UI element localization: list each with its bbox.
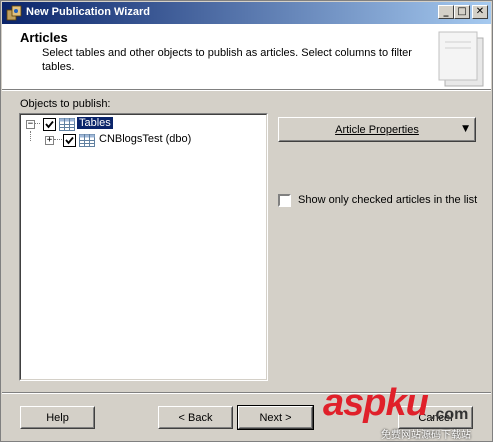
cnblogstest-checkbox[interactable] [63, 134, 76, 147]
article-properties-label: Article Properties [335, 123, 419, 136]
maximize-icon: □ [457, 6, 467, 17]
tree-node-cnblogstest[interactable]: + CNBlogsTest (dbo) [20, 132, 267, 148]
table-icon [79, 134, 95, 147]
checkmark-icon [45, 120, 54, 129]
back-button[interactable]: < Back [158, 406, 233, 429]
tables-checkbox[interactable] [43, 118, 56, 131]
watermark-domain: .com [431, 406, 469, 423]
tree-label-tables[interactable]: Tables [76, 116, 114, 130]
back-label: < Back [178, 411, 213, 424]
objects-to-publish-label: Objects to publish: [20, 98, 111, 110]
watermark-brand: aspku [323, 382, 429, 424]
help-button[interactable]: Help [20, 406, 95, 429]
close-button[interactable]: ✕ [472, 5, 488, 19]
app-icon [6, 5, 22, 21]
show-only-checked-checkbox[interactable] [278, 194, 291, 207]
minimize-icon: _ [443, 6, 449, 17]
expand-icon[interactable]: + [45, 136, 54, 145]
watermark-tagline: 免费网站源码下载站 [381, 430, 471, 441]
show-only-checked-label[interactable]: Show only checked articles in the list [298, 194, 477, 206]
page-description: Select tables and other objects to publi… [42, 47, 412, 73]
checkmark-icon [65, 136, 74, 145]
wizard-window: New Publication Wizard _ □ ✕ Articles Se… [0, 0, 493, 442]
article-properties-button[interactable]: Article Properties ▼ [278, 117, 476, 142]
wizard-header: Articles Select tables and other objects… [2, 24, 491, 90]
tree-node-tables[interactable]: − Tables [20, 116, 267, 132]
next-label: Next > [259, 411, 292, 424]
next-button[interactable]: Next > [237, 405, 314, 430]
objects-tree[interactable]: − Tables + CNBlogsTest (dbo) [19, 113, 268, 381]
collapse-icon[interactable]: − [26, 120, 35, 129]
dropdown-arrow-icon: ▼ [462, 124, 469, 134]
maximize-button[interactable]: □ [454, 5, 470, 19]
close-icon: ✕ [475, 6, 485, 17]
table-folder-icon [59, 118, 75, 131]
wizard-graphic-icon [438, 31, 484, 87]
help-label: Help [46, 411, 69, 424]
header-divider [2, 90, 491, 91]
page-title: Articles [20, 30, 68, 45]
minimize-button[interactable]: _ [438, 5, 454, 19]
title-bar[interactable]: New Publication Wizard _ □ ✕ [2, 2, 491, 24]
tree-frame [20, 114, 267, 380]
tree-label-cnblogstest[interactable]: CNBlogsTest (dbo) [99, 133, 191, 145]
window-title: New Publication Wizard [26, 6, 150, 18]
watermark-logo: aspku .com 免费网站源码下载站 [319, 382, 489, 441]
